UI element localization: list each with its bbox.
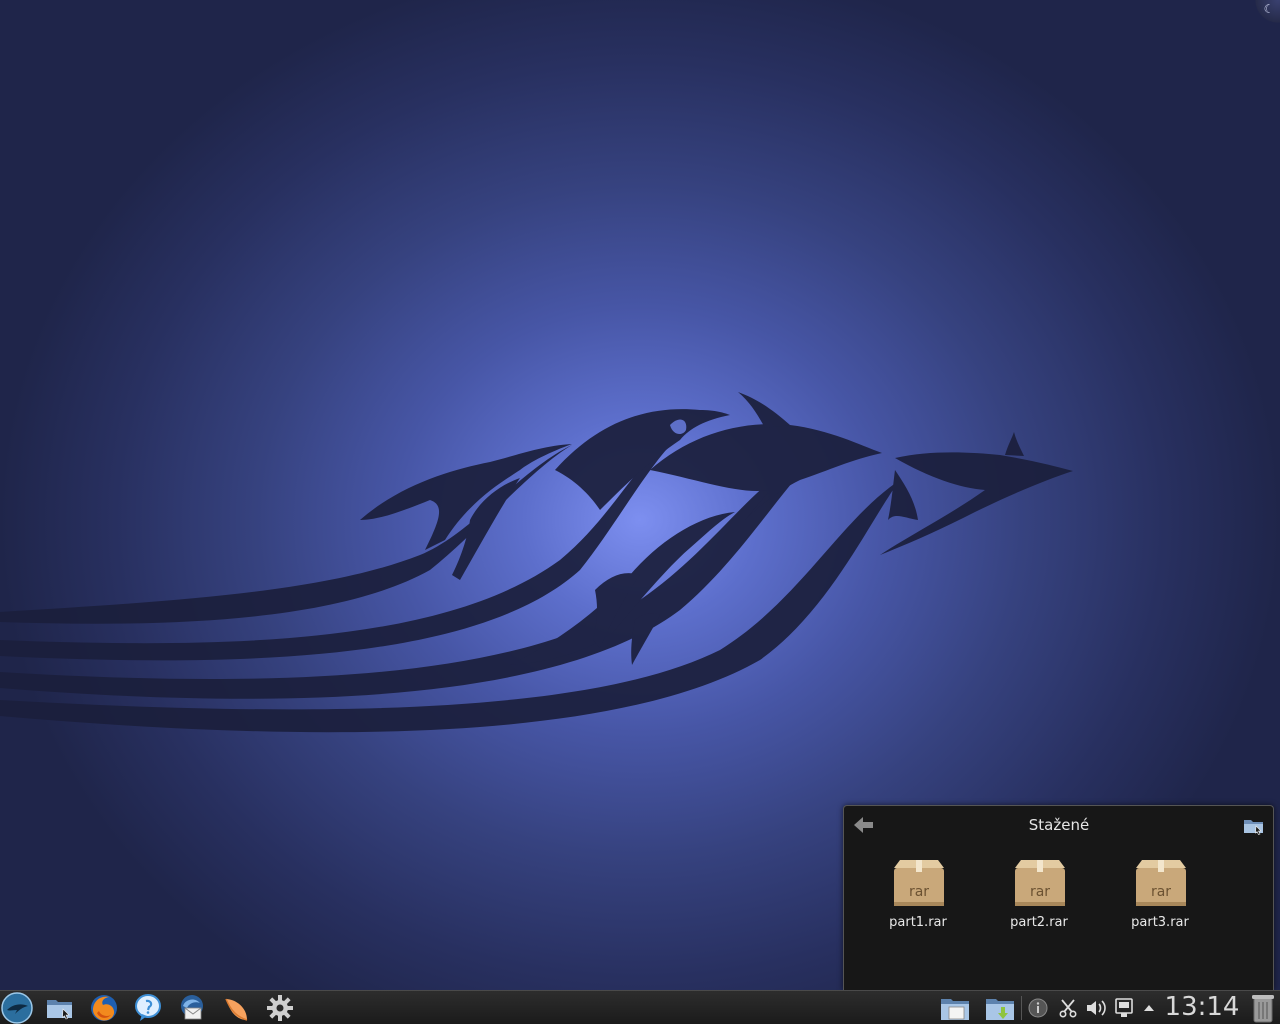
file-item-part3[interactable]: rar part3.rar [1110,856,1210,936]
downloads-folder-icon [986,999,1014,1020]
file-item-part2[interactable]: rar part2.rar [989,856,1089,936]
trash-icon [1252,995,1274,1023]
network-button[interactable] [1109,992,1139,1024]
archive-badge-text: rar [1151,884,1171,900]
notifications-button[interactable] [1023,992,1053,1024]
email-client-icon [181,995,203,1020]
popup-title: Stažené [1028,816,1090,834]
rar-archive-icon: rar [1136,860,1186,906]
tray-separator [1021,996,1022,1020]
trash-button[interactable] [1246,992,1280,1024]
info-icon [1028,998,1048,1018]
network-icon [1115,998,1133,1017]
downloads-folder-tray-button[interactable] [983,992,1017,1024]
instant-messenger-launcher[interactable] [131,992,165,1024]
email-client-launcher[interactable] [175,992,209,1024]
media-player-icon [225,998,248,1021]
system-settings-icon [267,995,293,1021]
plasma-toolbox-icon: ☾ [1263,2,1275,16]
folder-view-tray-button[interactable] [938,992,972,1024]
media-player-launcher[interactable] [219,992,253,1024]
rar-archive-icon: rar [1015,860,1065,906]
file-name: part3.rar [1131,915,1189,930]
clipboard-button[interactable] [1053,992,1083,1024]
file-manager-launcher[interactable] [43,992,77,1024]
kickoff-menu-icon [1,992,33,1024]
firefox-launcher[interactable] [87,992,121,1024]
back-arrow-icon [854,817,873,833]
archive-badge-text: rar [1030,884,1050,900]
tray-expand-button[interactable] [1138,992,1160,1024]
file-name: part1.rar [889,915,947,930]
rar-archive-icon: rar [894,860,944,906]
digital-clock[interactable]: 13:14 [1162,991,1242,1024]
application-launcher-button[interactable] [0,992,34,1024]
volume-button[interactable] [1081,992,1111,1024]
file-manager-icon [47,1000,72,1020]
firefox-icon [91,995,117,1021]
back-button[interactable] [852,814,876,836]
file-item-part1[interactable]: rar part1.rar [868,856,968,936]
file-name: part2.rar [1010,915,1068,930]
folder-view-popup: Stažené rar part1.rar rar part2.rar rar … [843,805,1274,990]
desktop[interactable]: ☾ Stažené rar part1.rar rar part2.rar ra… [0,0,1280,990]
scissors-icon [1059,999,1077,1018]
open-folder-button[interactable] [1242,815,1266,837]
volume-icon [1087,1000,1106,1016]
folder-view-icon [941,999,969,1020]
taskbar-panel: 13:14 [0,990,1280,1024]
folder-open-icon [1244,820,1263,835]
tray-expand-arrow-icon [1144,1005,1154,1011]
archive-badge-text: rar [909,884,929,900]
instant-messenger-icon [135,994,161,1021]
desktop-toolbox-cashew[interactable]: ☾ [1248,0,1280,30]
system-settings-launcher[interactable] [263,992,297,1024]
